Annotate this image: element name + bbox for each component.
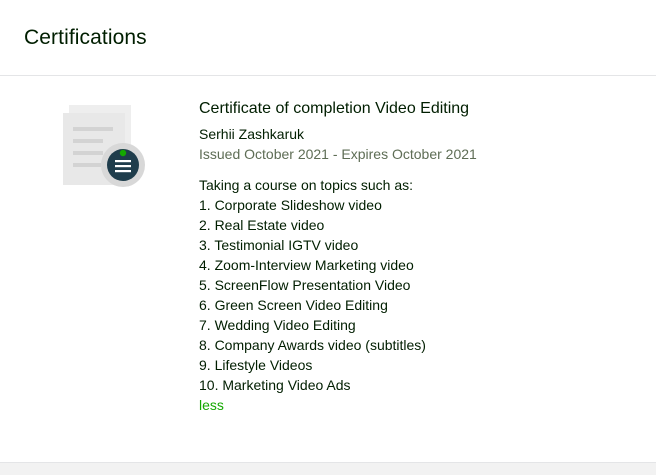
certificate-document-icon xyxy=(63,105,145,187)
topic-item: 8. Company Awards video (subtitles) xyxy=(199,337,426,353)
certificate-title: Certificate of completion Video Editing xyxy=(199,100,470,117)
certifications-panel: Certifications Certificate of completion… xyxy=(0,0,656,475)
section-divider xyxy=(0,462,656,475)
certificate-dates: Issued October 2021 - Expires October 20… xyxy=(199,146,477,162)
topic-item: 9. Lifestyle Videos xyxy=(199,357,313,373)
topic-item: 2. Real Estate video xyxy=(199,217,325,233)
topic-item: 10. Marketing Video Ads xyxy=(199,377,351,393)
show-less-link[interactable]: less xyxy=(199,395,224,415)
certificate-item: Certificate of completion Video Editing … xyxy=(0,77,656,463)
description-intro: Taking a course on topics such as: xyxy=(199,177,414,193)
topic-item: 7. Wedding Video Editing xyxy=(199,317,356,333)
certificate-description: Taking a course on topics such as: 1. Co… xyxy=(199,175,646,415)
topic-item: 1. Corporate Slideshow video xyxy=(199,197,382,213)
section-header: Certifications xyxy=(0,0,656,76)
certificate-details: Certificate of completion Video Editing … xyxy=(199,99,646,415)
topic-item: 4. Zoom-Interview Marketing video xyxy=(199,257,414,273)
section-title: Certifications xyxy=(24,25,147,49)
topic-item: 6. Green Screen Video Editing xyxy=(199,297,388,313)
topic-item: 5. ScreenFlow Presentation Video xyxy=(199,277,411,293)
topic-item: 3. Testimonial IGTV video xyxy=(199,237,359,253)
certificate-issuer: Serhii Zashkaruk xyxy=(199,126,305,142)
